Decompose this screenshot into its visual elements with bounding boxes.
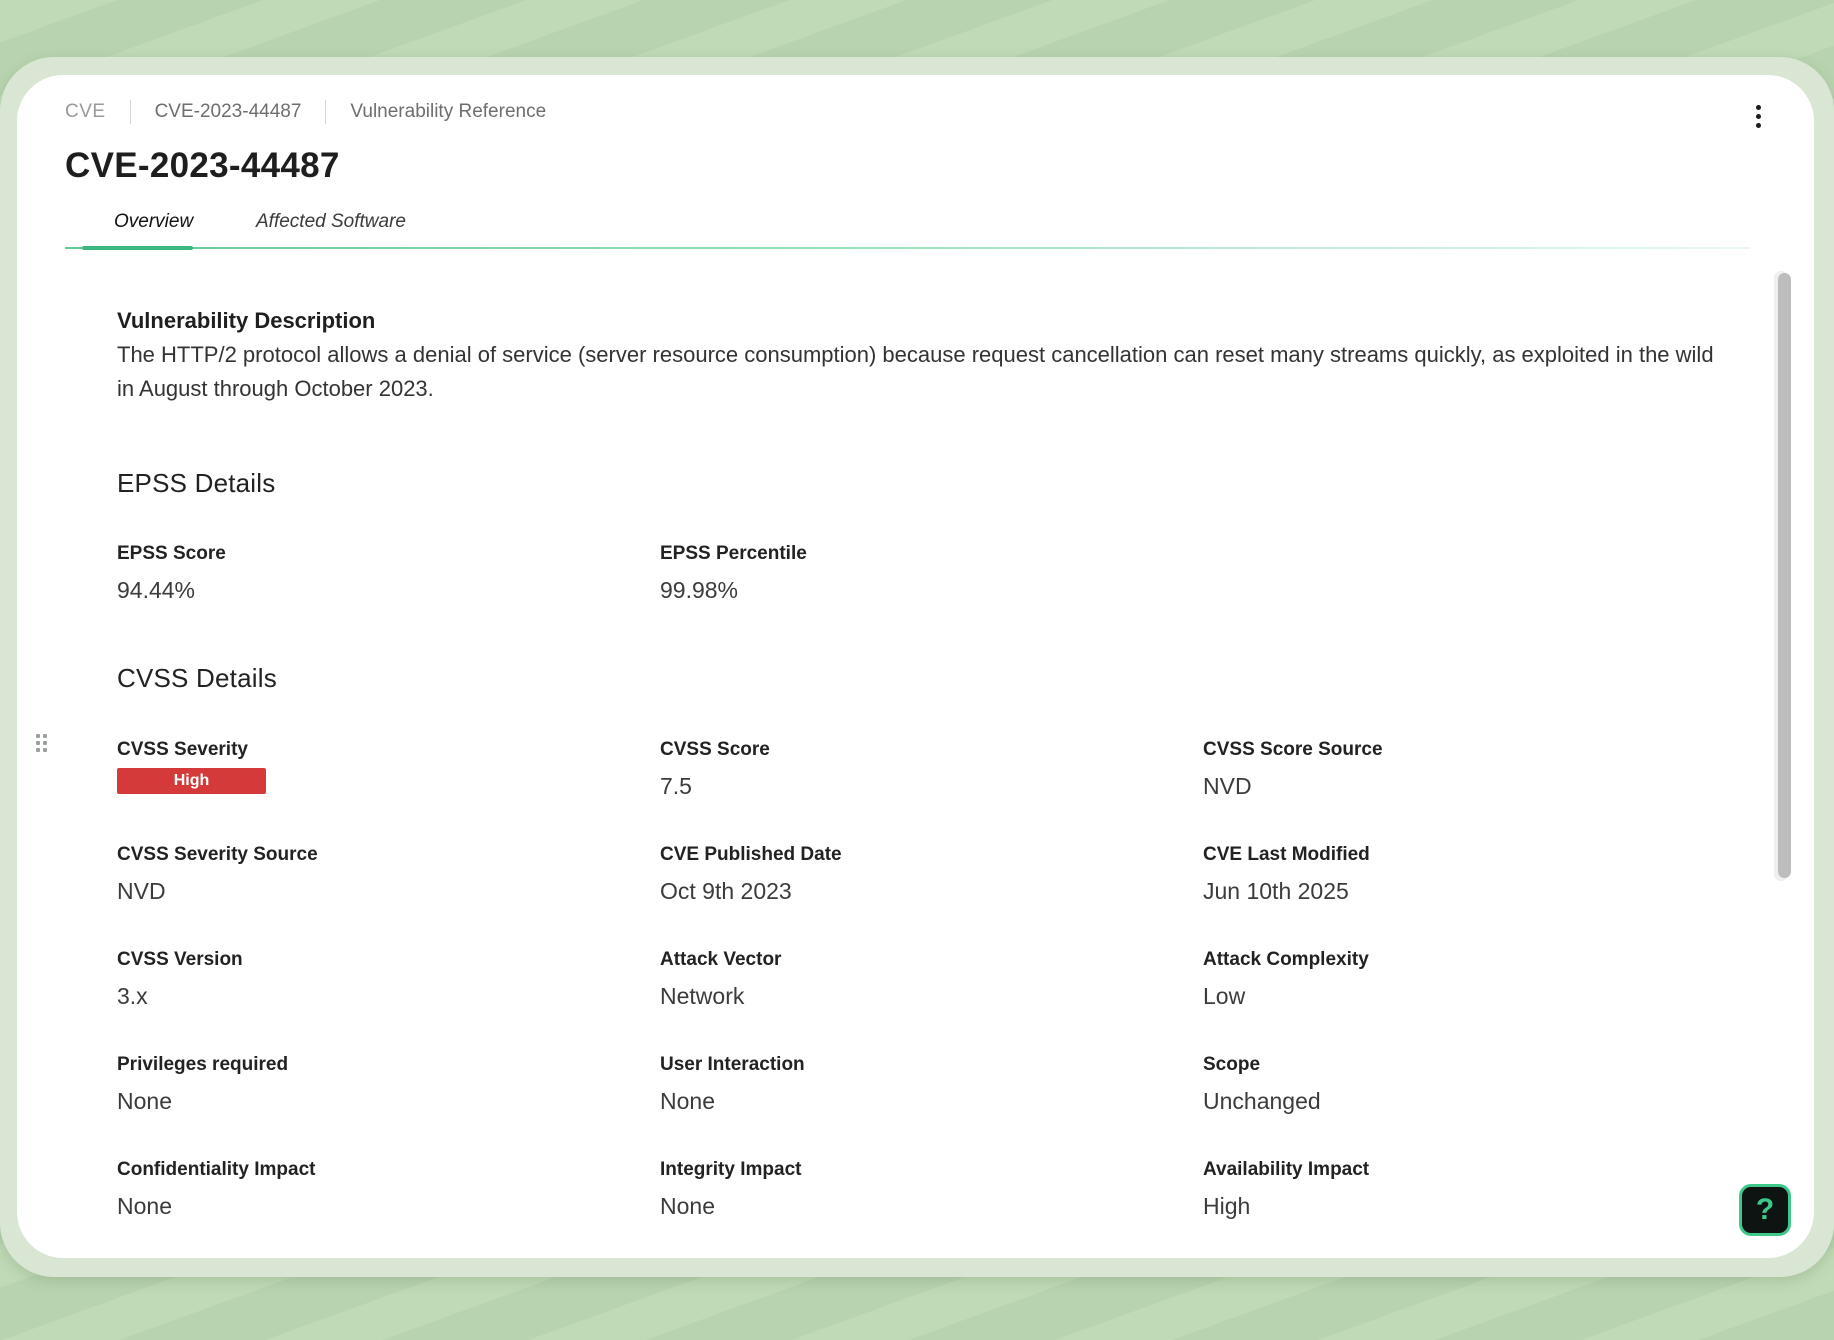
field-value: 3.x	[117, 983, 148, 1009]
epss-percentile-field: EPSS Percentile 99.98%	[660, 542, 807, 604]
field-label: Attack Complexity	[1203, 949, 1369, 970]
field-label: Scope	[1203, 1054, 1261, 1075]
field-value: None	[117, 1193, 172, 1219]
cvss-severity-field: CVSS Severity High	[117, 738, 266, 794]
privileges-required-field: Privileges required None	[117, 1053, 288, 1115]
epss-heading: EPSS Details	[117, 468, 276, 498]
field-value: High	[1203, 1193, 1251, 1219]
field-label: CVSS Score	[660, 739, 770, 760]
scrollbar-thumb[interactable]	[1778, 273, 1791, 878]
field-label: Integrity Impact	[660, 1159, 802, 1180]
field-label: CVE Last Modified	[1203, 844, 1370, 865]
kebab-dot	[1755, 104, 1761, 110]
field-value: 99.98%	[660, 577, 739, 603]
field-label: Attack Vector	[660, 949, 782, 970]
cvss-score-source-field: CVSS Score Source NVD	[1203, 738, 1383, 800]
field-label: EPSS Percentile	[660, 543, 807, 564]
field-label: Privileges required	[117, 1054, 289, 1075]
field-label: EPSS Score	[117, 543, 226, 564]
breadcrumb-item-cve[interactable]: CVE	[48, 100, 130, 124]
field-value: NVD	[1203, 773, 1252, 799]
breadcrumb-item-current: Vulnerability Reference	[325, 100, 570, 124]
cve-last-modified-field: CVE Last Modified Jun 10th 2025	[1203, 843, 1370, 905]
field-value: Network	[660, 983, 745, 1009]
field-value: 94.44%	[117, 577, 196, 603]
field-label: CVE Published Date	[660, 844, 842, 865]
field-label: Confidentiality Impact	[117, 1159, 316, 1180]
field-label: CVSS Version	[117, 949, 243, 970]
field-label: Availability Impact	[1203, 1159, 1370, 1180]
cve-detail-panel: CVE CVE-2023-44487 Vulnerability Referen…	[17, 75, 1814, 1258]
tab-overview[interactable]: Overview	[114, 211, 193, 233]
user-interaction-field: User Interaction None	[660, 1053, 805, 1115]
availability-impact-field: Availability Impact High	[1203, 1158, 1369, 1220]
field-value: None	[660, 1088, 715, 1114]
description-text: The HTTP/2 protocol allows a denial of s…	[117, 342, 1714, 401]
field-value: None	[117, 1088, 172, 1114]
more-options-icon[interactable]	[1748, 100, 1768, 132]
cve-published-field: CVE Published Date Oct 9th 2023	[660, 843, 842, 905]
description-label: Vulnerability Description	[117, 308, 376, 333]
help-icon[interactable]: ?	[1739, 1184, 1791, 1236]
page-title: CVE-2023-44487	[65, 146, 340, 185]
field-value: NVD	[117, 878, 166, 904]
cvss-version-field: CVSS Version 3.x	[117, 948, 243, 1010]
field-label: CVSS Severity	[117, 739, 248, 760]
tab-divider	[65, 247, 1750, 249]
field-label: CVSS Severity Source	[117, 844, 318, 865]
tab-bar: Overview Affected Software	[65, 205, 1750, 250]
field-label: CVSS Score Source	[1203, 739, 1383, 760]
attack-complexity-field: Attack Complexity Low	[1203, 948, 1369, 1010]
field-value: Jun 10th 2025	[1203, 878, 1349, 904]
integrity-impact-field: Integrity Impact None	[660, 1158, 801, 1220]
confidentiality-impact-field: Confidentiality Impact None	[117, 1158, 315, 1220]
breadcrumb: CVE CVE-2023-44487 Vulnerability Referen…	[48, 100, 570, 124]
field-value: 7.5	[660, 773, 692, 799]
drag-handle-icon[interactable]	[36, 734, 47, 752]
field-value: Low	[1203, 983, 1246, 1009]
breadcrumb-item-cve-id[interactable]: CVE-2023-44487	[129, 100, 326, 124]
field-label: User Interaction	[660, 1054, 805, 1075]
cvss-severity-source-field: CVSS Severity Source NVD	[117, 843, 318, 905]
severity-badge: High	[117, 768, 266, 794]
field-value: Oct 9th 2023	[660, 878, 792, 904]
cvss-score-field: CVSS Score 7.5	[660, 738, 770, 800]
attack-vector-field: Attack Vector Network	[660, 948, 781, 1010]
epss-score-field: EPSS Score 94.44%	[117, 542, 226, 604]
field-value: None	[660, 1193, 715, 1219]
kebab-dot	[1755, 113, 1761, 119]
field-value: Unchanged	[1203, 1088, 1321, 1114]
kebab-dot	[1755, 122, 1761, 128]
tab-affected-software[interactable]: Affected Software	[256, 211, 406, 233]
cvss-heading: CVSS Details	[117, 663, 277, 693]
tab-active-indicator	[82, 246, 193, 250]
scope-field: Scope Unchanged	[1203, 1053, 1321, 1115]
